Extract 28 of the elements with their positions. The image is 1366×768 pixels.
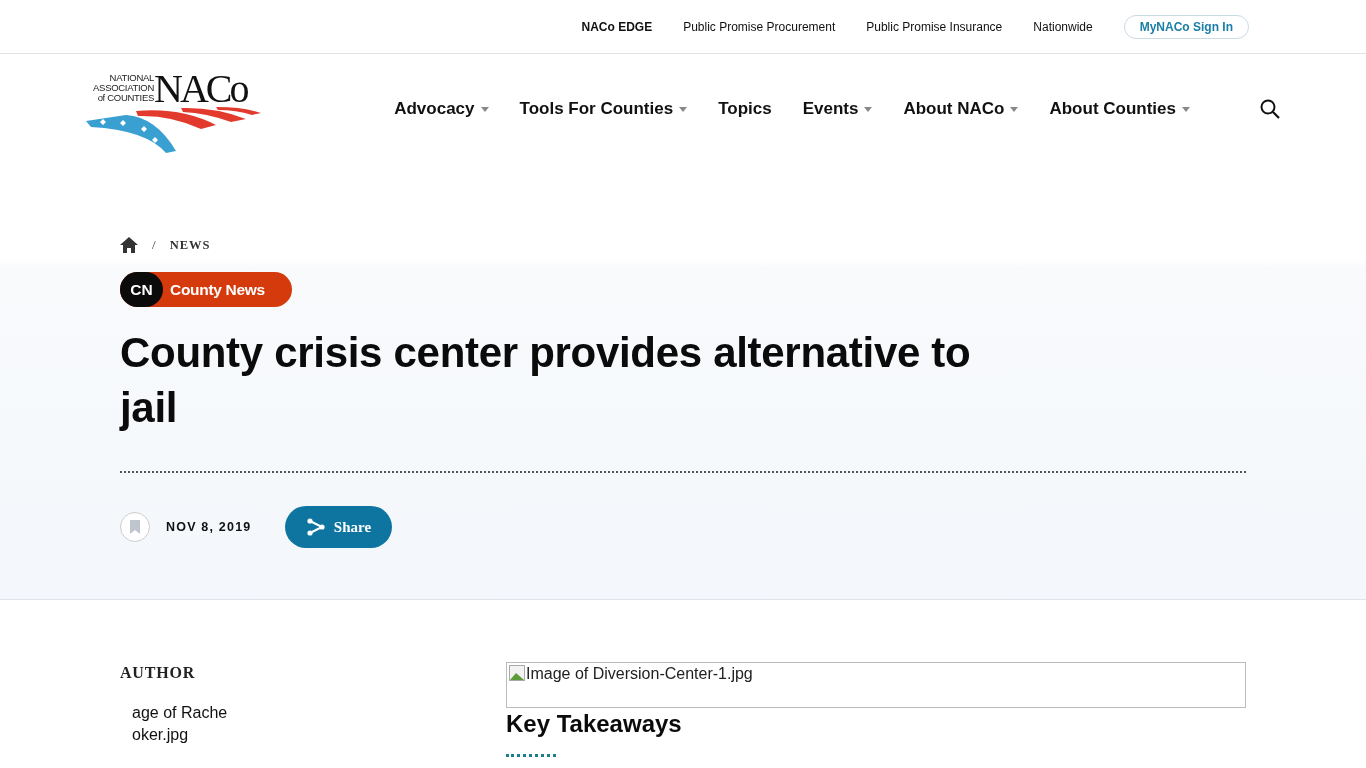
author-heading: AUTHOR [120, 664, 197, 682]
article-title: County crisis center provides alternative to jail [120, 328, 972, 433]
top-link[interactable]: Nationwide [1033, 19, 1093, 34]
top-link[interactable]: Public Promise Insurance [866, 19, 1003, 34]
logo-wordmark: NACo [154, 65, 247, 112]
nav-menu-item[interactable]: Advocacy [394, 99, 489, 119]
category-badge[interactable]: CN County News [120, 272, 292, 307]
broken-image-icon [509, 665, 525, 681]
share-button[interactable]: Share [285, 506, 393, 548]
home-icon[interactable] [120, 237, 138, 253]
author-image-alt-text: age of Rache oker.jpg [132, 703, 229, 745]
nav-menu-item[interactable]: Tools For Counties [519, 99, 688, 119]
bookmark-icon [130, 520, 140, 534]
breadcrumb-separator: / [152, 237, 156, 253]
section-heading: Key Takeaways [506, 710, 683, 738]
publish-date: NOV 8, 2019 [166, 520, 252, 534]
logo-subtitle: NATIONAL ASSOCIATION of COUNTIES [92, 73, 154, 103]
image-alt-text: Image of Diversion-Center-1.jpg [526, 665, 753, 683]
nav-menu-item[interactable]: About Counties [1049, 99, 1190, 119]
nav-menu-item[interactable]: Events [802, 99, 873, 119]
breadcrumb-link[interactable]: NEWS [169, 237, 211, 253]
nav-menu-item[interactable]: About NACo [903, 99, 1019, 119]
nav-menu-item[interactable]: Topics [718, 99, 772, 119]
flag-stripes-icon [86, 105, 261, 153]
top-link[interactable]: Public Promise Procurement [683, 19, 836, 34]
share-icon [306, 518, 325, 536]
top-link[interactable]: NACo EDGE [581, 19, 653, 34]
search-icon[interactable] [1260, 99, 1280, 119]
